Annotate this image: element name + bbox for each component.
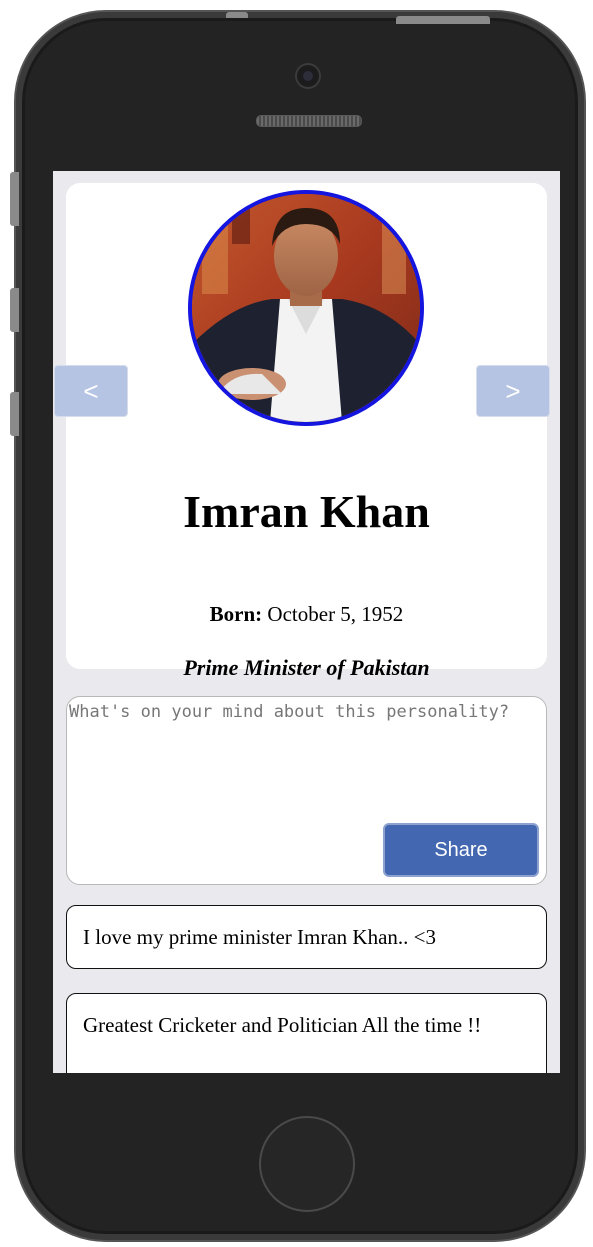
mute-switch	[10, 172, 19, 226]
comment-input[interactable]	[69, 701, 539, 811]
profile-card: < > Imran Khan Born: October 5, 1952 Pri…	[54, 183, 550, 680]
app-screen: < > Imran Khan Born: October 5, 1952 Pri…	[53, 171, 560, 1073]
profile-name: Imran Khan	[183, 486, 430, 537]
born-date: October 5, 1952	[267, 602, 404, 626]
home-button-icon[interactable]	[259, 1116, 355, 1212]
born-label: Born:	[209, 602, 263, 626]
previous-button[interactable]: <	[54, 365, 128, 417]
comment-item: I love my prime minister Imran Khan.. <3	[66, 905, 547, 969]
top-notch-mark	[226, 12, 248, 18]
profile-photo-image	[192, 194, 420, 422]
comment-text: Greatest Cricketer and Politician All th…	[83, 1013, 482, 1037]
camera-icon	[297, 65, 319, 87]
next-button[interactable]: >	[476, 365, 550, 417]
volume-down-button	[10, 392, 19, 436]
comment-item: Greatest Cricketer and Politician All th…	[66, 993, 547, 1073]
volume-up-button	[10, 288, 19, 332]
born-line: Born: October 5, 1952	[66, 602, 547, 627]
comment-composer: Share	[66, 696, 547, 885]
profile-photo	[188, 190, 424, 426]
share-button[interactable]: Share	[383, 823, 539, 877]
comment-text: I love my prime minister Imran Khan.. <3	[83, 924, 437, 949]
profile-role: Prime Minister of Pakistan	[183, 655, 430, 680]
speaker-grille-icon	[256, 115, 362, 127]
power-button	[396, 16, 490, 24]
